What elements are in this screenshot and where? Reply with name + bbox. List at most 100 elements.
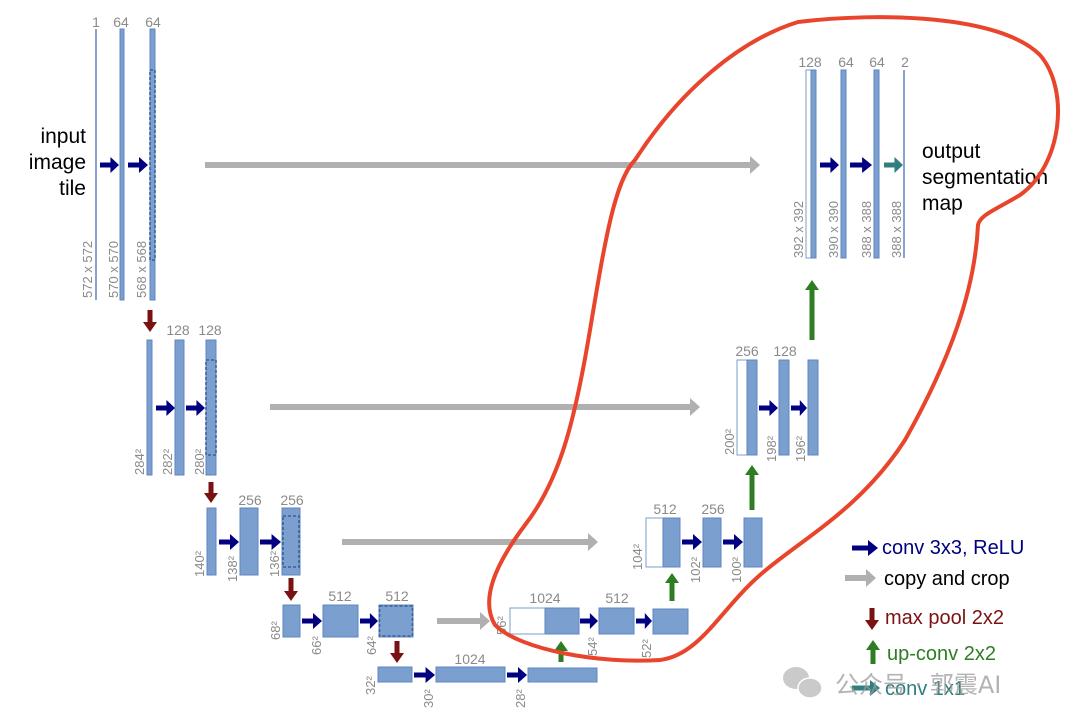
feature-map [662, 517, 681, 568]
up-conv-arrow-icon [665, 573, 679, 601]
conv3x3-arrow-icon [414, 667, 435, 683]
size-label: 28² [513, 689, 528, 708]
feature-map [807, 359, 819, 456]
encoder-level-3: 256 256 140² 138² 136² [192, 492, 304, 582]
size-label: 64² [364, 636, 379, 655]
size-label: 388 x 388 [859, 201, 874, 258]
size-label: 284² [132, 448, 147, 475]
feature-map [206, 507, 217, 576]
conv3x3-arrow-icon [260, 534, 281, 550]
channel-label: 512 [605, 590, 629, 606]
size-label: 390 x 390 [826, 201, 841, 258]
max-pool-arrow-icon [143, 310, 157, 332]
watermark: 公众号 · 郭震AI [783, 667, 1001, 699]
right-arrow-icon [852, 540, 878, 556]
wechat-icon [783, 667, 823, 699]
feature-map [743, 517, 763, 568]
feature-map [322, 604, 359, 638]
input-label: tile [59, 177, 86, 200]
conv3x3-arrow-icon [682, 534, 702, 550]
conv3x3-arrow-icon [791, 400, 807, 416]
feature-map [873, 69, 880, 259]
feature-map [146, 339, 153, 476]
max-pool-arrow-icon [390, 641, 404, 663]
size-label: 138² [225, 555, 240, 582]
channel-label: 1 [92, 14, 100, 30]
feature-map [282, 604, 301, 638]
channel-label: 1024 [529, 590, 560, 606]
channel-label: 512 [385, 588, 409, 604]
conv3x3-arrow-icon [360, 613, 378, 629]
size-label: 140² [192, 550, 207, 577]
feature-map [652, 608, 689, 635]
legend-max-pool: max pool 2x2 [885, 607, 1004, 629]
feature-map [810, 69, 817, 259]
watermark-text: 公众号 · 郭震AI [835, 671, 1001, 699]
output-label: map [922, 192, 963, 215]
legend-copy-crop: copy and crop [884, 568, 1010, 590]
channel-label: 128 [798, 54, 822, 70]
size-label: 100² [729, 556, 744, 583]
feature-map [527, 667, 598, 683]
feature-map [544, 607, 580, 635]
copy-crop-arrow-icon [437, 612, 490, 630]
copy-crop-arrow-icon [205, 156, 760, 174]
conv3x3-arrow-icon [302, 613, 322, 629]
encoder-level-2: 128 128 284² 282² 280² [132, 322, 222, 476]
size-label: 102² [688, 556, 703, 583]
conv3x3-arrow-icon [636, 613, 652, 629]
cropped-copy-map [509, 607, 546, 635]
conv3x3-arrow-icon [219, 534, 239, 550]
decoder-level-1: 128 64 64 2 392 x 392 390 x 390 388 x 38… [791, 54, 1048, 259]
conv1x1-arrow-icon [884, 157, 903, 173]
size-label: 30² [421, 689, 436, 708]
cropped-copy-map [805, 69, 812, 259]
size-label: 68² [268, 621, 283, 640]
channel-label: 2 [901, 54, 909, 70]
unet-diagram: 1 64 64 572 x 572 570 x 570 568 x 568 in… [0, 0, 1080, 727]
size-label: 136² [267, 550, 282, 577]
copy-crop-arrow-icon [270, 398, 700, 416]
conv3x3-arrow-icon [128, 157, 148, 173]
feature-map [840, 69, 847, 259]
conv3x3-arrow-icon [507, 667, 527, 683]
diagram-canvas: 1 64 64 572 x 572 570 x 570 568 x 568 in… [29, 14, 1060, 708]
red-annotation-loop [487, 15, 1060, 663]
feature-map [378, 604, 414, 638]
conv3x3-arrow-icon [156, 400, 175, 416]
size-label: 52² [639, 639, 654, 658]
input-label: image [29, 151, 86, 174]
down-arrow-icon [865, 608, 879, 630]
cropped-copy-map [736, 359, 748, 456]
conv3x3-arrow-icon [820, 157, 839, 173]
channel-label: 256 [701, 501, 725, 517]
channel-label: 128 [773, 343, 797, 359]
size-label: 282² [160, 448, 175, 475]
max-pool-arrow-icon [204, 482, 218, 503]
output-label: output [922, 140, 981, 163]
up-conv-arrow-icon [805, 280, 819, 340]
size-label: 198² [764, 435, 779, 462]
channel-label: 256 [735, 343, 759, 359]
channel-label: 64 [113, 14, 129, 30]
cropped-copy-map [645, 517, 664, 568]
channel-label: 256 [238, 492, 262, 508]
conv3x3-arrow-icon [850, 157, 872, 173]
size-label: 200² [722, 428, 737, 455]
channel-label: 256 [280, 492, 304, 508]
feature-map [598, 607, 635, 635]
feature-map [702, 517, 722, 568]
gray-right-arrow-icon [845, 569, 876, 587]
conv3x3-arrow-icon [723, 534, 743, 550]
up-arrow-icon [866, 640, 880, 664]
up-conv-arrow-icon [745, 465, 759, 510]
feature-map [746, 359, 758, 456]
channel-label: 64 [838, 54, 854, 70]
size-label: 568 x 568 [134, 241, 149, 298]
channel-label: 128 [166, 322, 190, 338]
conv3x3-arrow-icon [580, 613, 598, 629]
channel-label: 128 [198, 322, 222, 338]
conv3x3-arrow-icon [186, 400, 205, 416]
channel-label: 64 [869, 54, 885, 70]
feature-map [377, 666, 413, 683]
